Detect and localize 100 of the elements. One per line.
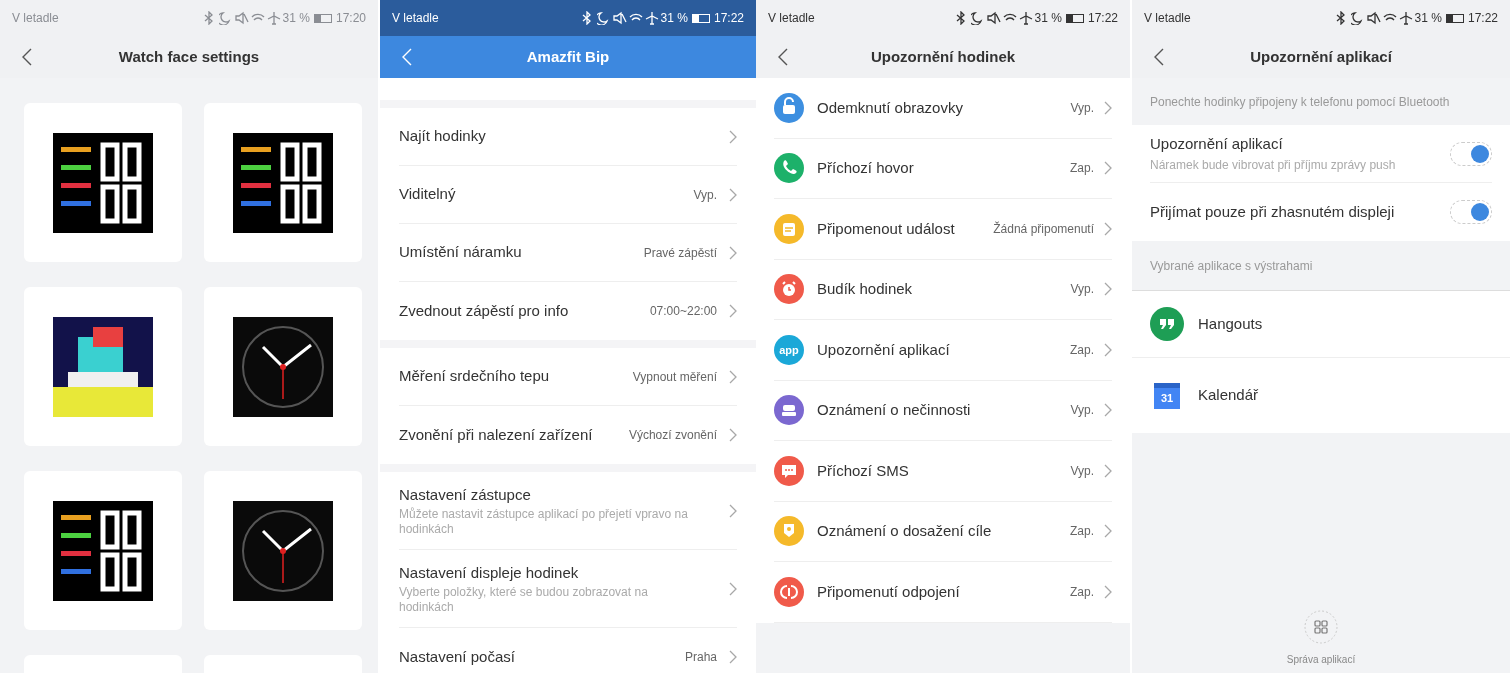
chevron-right-icon	[729, 245, 737, 260]
settings-row[interactable]: Umístění náramku Pravé zápěstí	[380, 224, 756, 282]
setting-label: Zvonění při nalezení zařízení	[399, 424, 594, 445]
muted-speaker-icon	[234, 11, 249, 25]
status-time: 17:22	[713, 10, 744, 27]
chevron-right-icon	[1104, 524, 1112, 539]
toggle-description: Náramek bude vibrovat při příjmu zprávy push	[1150, 156, 1397, 174]
settings-row[interactable]: Najít hodinky	[380, 108, 756, 166]
setting-label: Umístění náramku	[399, 242, 523, 263]
toggle-label: Přijímat pouze při zhasnutém displeji	[1150, 201, 1396, 222]
notification-label: Oznámení o dosažení cíle	[817, 521, 993, 541]
notification-value: Zap.	[1070, 583, 1094, 601]
settings-row[interactable]: Měření srdečního tepu Vypnout měření	[380, 348, 756, 406]
watch-face-card[interactable]	[204, 103, 362, 262]
app-row[interactable]: Hangouts	[1132, 291, 1510, 358]
battery-icon	[691, 13, 710, 23]
notification-label: Příchozí hovor	[817, 158, 915, 178]
notification-value: Zap.	[1070, 341, 1094, 359]
settings-row[interactable]: Nastavení displeje hodinek Vyberte položky, které se budou zobrazovat na hodinkách	[380, 550, 756, 628]
status-time: 17:20	[335, 10, 366, 27]
toggle-label: Upozornění aplikací	[1150, 134, 1284, 155]
notification-value: Vyp.	[1070, 99, 1094, 117]
airplane-icon	[1018, 11, 1033, 25]
setting-description: Vyberte položky, které se budou zobrazovat na hodinkách	[399, 584, 649, 615]
notification-row[interactable]: Budík hodinek Vyp.	[774, 259, 1112, 320]
moon-icon	[970, 11, 985, 25]
notification-row[interactable]: Příchozí SMS Vyp.	[774, 441, 1112, 502]
airplane-icon	[1398, 11, 1413, 25]
watch-face-card[interactable]	[204, 287, 362, 446]
screen-title: Upozornění aplikací	[1249, 46, 1393, 67]
chevron-right-icon	[1104, 282, 1112, 297]
status-time: 17:22	[1087, 10, 1118, 27]
carrier-name: V letadle	[768, 10, 815, 27]
chevron-right-icon	[729, 581, 737, 596]
section-note: Ponechte hodinky připojeny k telefonu pomocí Bluetooth	[1149, 93, 1451, 111]
muted-speaker-icon	[1366, 11, 1381, 25]
chevron-right-icon	[1104, 221, 1112, 236]
moon-icon	[1350, 11, 1365, 25]
notification-row[interactable]: Odemknutí obrazovky Vyp.	[774, 78, 1112, 139]
notification-label: Budík hodinek	[817, 279, 914, 299]
notification-value: Vyp.	[1070, 462, 1094, 480]
screen-title: Upozornění hodinek	[869, 46, 1017, 67]
moon-icon	[596, 11, 611, 25]
setting-label: Nastavení zástupce	[399, 485, 532, 506]
setting-label: Zvednout zápěstí pro info	[399, 300, 570, 321]
setting-label: Měření srdečního tepu	[399, 366, 551, 387]
notification-row[interactable]: app Upozornění aplikací Zap.	[774, 320, 1112, 381]
settings-row[interactable]: Zvonění při nalezení zařízení Výchozí zvonění	[380, 406, 756, 464]
calendar-icon: 31	[1154, 382, 1180, 409]
watch-face-card[interactable]	[24, 287, 182, 446]
chevron-right-icon	[729, 503, 737, 518]
notification-label: Příchozí SMS	[817, 460, 910, 481]
carrier-name: V letadle	[392, 10, 439, 27]
notification-label: Připomenutí odpojení	[817, 581, 961, 602]
airplane-icon	[266, 11, 281, 25]
chevron-right-icon	[729, 369, 737, 384]
notification-label: Oznámení o nečinnosti	[817, 400, 972, 420]
screen-title: Amazfit Bip	[525, 46, 611, 67]
app-row[interactable]: 31 Kalendář	[1132, 358, 1510, 433]
notification-row[interactable]: Oznámení o dosažení cíle Zap.	[774, 501, 1112, 562]
notification-label: Připomenout událost	[817, 218, 956, 239]
chevron-right-icon	[729, 428, 737, 442]
notification-value: Vyp.	[1070, 402, 1094, 420]
toggle-switch[interactable]	[1450, 141, 1492, 166]
settings-row[interactable]: Zvednout zápěstí pro info 07:00~22:00	[380, 282, 756, 340]
battery-level: 31 %	[1034, 10, 1062, 27]
watch-face-card[interactable]	[24, 471, 182, 630]
notification-row[interactable]: Příchozí hovor Zap.	[774, 138, 1112, 199]
setting-label: Najít hodinky	[399, 126, 487, 147]
settings-row[interactable]: Viditelný Vyp.	[380, 166, 756, 224]
notification-label: Upozornění aplikací	[817, 339, 951, 360]
notification-value: Zap.	[1070, 160, 1094, 178]
battery-icon	[1445, 13, 1464, 23]
settings-row[interactable]: Nastavení počasí Praha	[380, 628, 756, 673]
settings-row[interactable]: Nastavení zástupce Můžete nastavit zástupce aplikací po přejetí vpravo na hodinkách	[380, 472, 756, 550]
battery-level: 31 %	[660, 10, 688, 27]
setting-label: Viditelný	[399, 184, 457, 205]
app-name: Hangouts	[1198, 313, 1263, 334]
notification-value: Žádná připomenutí	[993, 220, 1094, 238]
watch-face-card[interactable]	[204, 471, 362, 630]
app-grid-icon	[1304, 610, 1338, 644]
setting-value: Pravé zápěstí	[643, 244, 717, 262]
notification-row[interactable]: Připomenout událost Žádná připomenutí	[774, 199, 1112, 260]
notification-row[interactable]: Připomenutí odpojení Zap.	[774, 562, 1112, 623]
setting-value: Vyp.	[693, 186, 717, 204]
notification-row[interactable]: Oznámení o nečinnosti Vyp.	[774, 380, 1112, 441]
toggle-switch[interactable]	[1450, 200, 1492, 224]
chevron-right-icon	[729, 129, 737, 144]
chevron-right-icon	[1104, 161, 1112, 176]
chevron-right-icon	[729, 304, 737, 318]
screen-title: Watch face settings	[117, 46, 261, 67]
setting-description: Můžete nastavit zástupce aplikací po přejetí vpravo na hodinkách	[399, 506, 689, 537]
moon-icon	[218, 11, 233, 25]
carrier-name: V letadle	[12, 10, 59, 27]
watch-face-card[interactable]	[24, 103, 182, 262]
notification-value: Vyp.	[1070, 281, 1094, 299]
notification-label: Odemknutí obrazovky	[817, 97, 964, 118]
chevron-right-icon	[729, 650, 737, 664]
chevron-right-icon	[1104, 584, 1112, 599]
notification-value: Zap.	[1070, 523, 1094, 541]
